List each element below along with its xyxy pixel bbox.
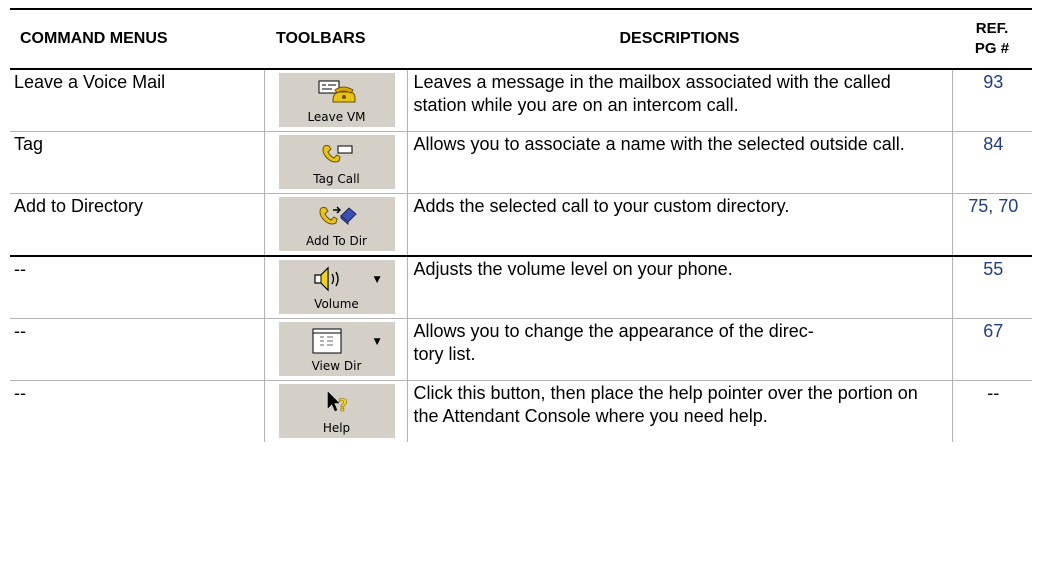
command-menu-cell: Tag — [10, 131, 265, 194]
list-view-icon — [312, 328, 341, 354]
header-ref-line1: REF. — [975, 20, 1009, 37]
command-menu-cell: -- — [10, 380, 265, 442]
toolbar-cell: ▼ View Dir — [263, 318, 408, 381]
ref-page-link[interactable]: 93 — [951, 69, 1032, 132]
table-row: Add to Directory Add To Dir Adds the sel… — [10, 193, 1032, 257]
svg-text:?: ? — [338, 396, 348, 415]
add-to-dir-button[interactable]: Add To Dir — [278, 197, 395, 251]
toolbar-cell: ? Help — [263, 380, 408, 442]
toolbar-cell: Tag Call — [263, 131, 408, 194]
table-row: -- ? Help Click this button, then place … — [10, 380, 1032, 442]
toolbar-cell: ▼ Volume — [263, 256, 408, 319]
reference-table: COMMAND MENUS TOOLBARS DESCRIPTIONS REF.… — [10, 8, 1032, 442]
volume-button[interactable]: ▼ Volume — [278, 260, 395, 314]
description-line-1: Allows you to change the appearance of t… — [413, 321, 814, 341]
ref-page-link: -- — [951, 380, 1032, 442]
view-dir-button[interactable]: ▼ View Dir — [278, 322, 395, 376]
table-row: Leave a Voice Mail Leave VM Leaves a mes… — [10, 69, 1032, 132]
description-cell: Allows you to change the appearance of t… — [406, 318, 953, 381]
volume-label: Volume — [314, 297, 359, 311]
ref-page-link[interactable]: 55 — [951, 256, 1032, 319]
ref-page-link[interactable]: 67 — [951, 318, 1032, 381]
table-row: -- ▼ Volume Adjusts the volume level on … — [10, 256, 1032, 319]
description-cell: Adjusts the volume level on your phone. — [406, 256, 953, 319]
help-pointer-icon: ? — [327, 391, 348, 415]
description-line-2: tory list. — [413, 344, 476, 364]
toolbar-cell: Add To Dir — [263, 193, 408, 257]
tag-call-icon — [321, 145, 352, 163]
description-cell: Adds the selected call to your custom di… — [406, 193, 953, 257]
help-label: Help — [322, 421, 351, 435]
command-menu-cell: Leave a Voice Mail — [10, 69, 265, 132]
add-to-directory-icon — [318, 206, 357, 226]
leave-vm-button[interactable]: Leave VM — [278, 73, 395, 127]
table-row: -- ▼ View Dir Allows you to change the a… — [10, 318, 1032, 381]
description-cell: Click this button, then place the help p… — [406, 380, 953, 442]
leave-vm-label: Leave VM — [307, 110, 366, 124]
header-command-menus: COMMAND MENUS — [10, 8, 264, 70]
chevron-down-icon[interactable]: ▼ — [374, 276, 381, 285]
ref-page-link[interactable]: 84 — [951, 131, 1032, 194]
header-ref-line2: PG # — [974, 40, 1010, 57]
header-ref-page: REF. PG # — [952, 8, 1032, 70]
ref-page-link[interactable]: 75, 70 — [951, 193, 1032, 257]
tag-call-button[interactable]: Tag Call — [278, 135, 395, 189]
add-to-dir-label: Add To Dir — [305, 234, 367, 248]
command-menu-cell: -- — [10, 318, 265, 381]
header-toolbars: TOOLBARS — [264, 8, 407, 70]
table-row: Tag Tag Call Allows you to associate a n… — [10, 131, 1032, 194]
command-menu-cell: Add to Directory — [10, 193, 265, 257]
toolbar-cell: Leave VM — [263, 69, 408, 132]
tag-call-label: Tag Call — [313, 172, 360, 186]
chevron-down-icon[interactable]: ▼ — [374, 338, 381, 347]
speaker-volume-icon — [313, 266, 339, 292]
voicemail-phone-icon — [318, 80, 355, 103]
command-menu-cell: -- — [10, 256, 265, 319]
description-cell: Allows you to associate a name with the … — [406, 131, 953, 194]
table-header-row: COMMAND MENUS TOOLBARS DESCRIPTIONS REF.… — [10, 8, 1032, 70]
help-button[interactable]: ? Help — [278, 384, 395, 438]
view-dir-label: View Dir — [311, 359, 362, 373]
header-descriptions: DESCRIPTIONS — [407, 8, 952, 70]
description-cell: Leaves a message in the mailbox associat… — [406, 69, 953, 132]
